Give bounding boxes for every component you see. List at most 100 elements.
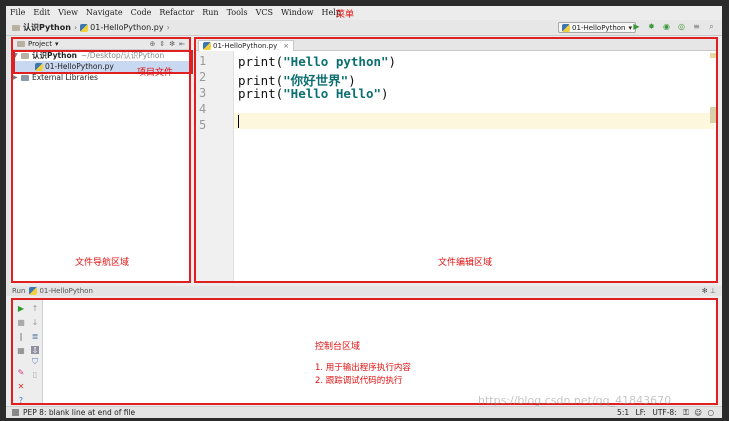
run-config-label: 01-HelloPython — [572, 23, 626, 32]
line-number: 1 — [199, 54, 207, 68]
run-tab-label[interactable]: Run — [12, 287, 25, 295]
menu-annotation: 菜单 — [336, 10, 355, 20]
code-function: print( — [238, 54, 284, 69]
line-separator[interactable]: LF: — [636, 408, 646, 417]
console-annotation-item1: 1. 用于输出程序执行内容 — [315, 363, 411, 373]
minimize-icon[interactable]: ⊥ — [710, 287, 716, 295]
layout-icon[interactable]: ▦ — [17, 346, 25, 355]
debug-icon[interactable]: ✸ — [647, 22, 656, 31]
toolbar-icons: ▶ ✸ ◉ ◎ ≡ ⌕ — [632, 22, 716, 32]
tool-window-toggle-icon[interactable] — [12, 409, 19, 416]
run-config-name: 01-HelloPython — [39, 287, 93, 295]
current-line-highlight — [234, 113, 714, 129]
inspector-icon[interactable]: ☺ — [694, 408, 702, 417]
folder-icon — [12, 24, 20, 31]
python-file-icon — [562, 23, 571, 32]
project-files-annotation: 项目文件 — [137, 68, 174, 78]
scroll-to-end-icon[interactable]: ⇩ — [31, 346, 39, 355]
code-paren: ) — [388, 54, 397, 69]
project-panel: Project ▾ ⊕ ⇕ ✻ ⇤ ▼ 认识Python ~/Desktop/认… — [11, 37, 193, 283]
python-file-icon — [29, 287, 38, 295]
search-icon[interactable]: ⌕ — [707, 22, 716, 31]
menu-vcs[interactable]: VCS — [256, 8, 273, 17]
gear-icon[interactable]: ✻ — [169, 40, 175, 48]
close-icon[interactable]: ✕ — [17, 382, 25, 391]
code-string: "Hello python" — [283, 54, 389, 69]
console-panel: ▶ ↑ ■ ↓ ‖ ≣ ▦ ⇩ ⛉ ✎ ▯ ✕ ? 控制台区域 1. 用于输出程… — [11, 298, 718, 405]
code-line-3[interactable]: print("Hello Hello") — [238, 86, 389, 101]
hide-icon[interactable]: ⇤ — [179, 40, 185, 48]
pause-icon[interactable]: ‖ — [17, 332, 25, 341]
line-number-gutter: 1 2 3 4 5 — [196, 51, 234, 281]
python-file-icon — [80, 23, 89, 32]
run-tool-header: Run 01-HelloPython ✻ ⊥ — [6, 286, 722, 296]
line-number: 5 — [199, 118, 207, 132]
status-bar: PEP 8: blank line at end of file 5:1 LF:… — [6, 406, 722, 418]
stop-icon[interactable]: ■ — [17, 318, 25, 327]
collapse-icon[interactable]: ⇕ — [159, 40, 165, 48]
chevron-down-icon: ▾ — [54, 40, 59, 48]
text-caret — [238, 115, 239, 128]
pin-icon[interactable]: ✎ — [17, 368, 25, 377]
settings-icon[interactable]: ≡ — [692, 22, 701, 31]
console-annotation-title: 控制台区域 — [315, 342, 361, 352]
scrollbar-thumb[interactable] — [710, 107, 716, 123]
code-paren: ) — [381, 86, 389, 101]
expand-arrow-icon[interactable]: ▶ — [13, 74, 21, 81]
profile-icon[interactable]: ◎ — [677, 22, 686, 31]
editor-tab[interactable]: 01-HelloPython.py × — [198, 40, 295, 51]
project-view-selector[interactable]: Project — [28, 40, 52, 48]
left-tool-strip — [6, 36, 10, 286]
down-arrow-icon[interactable]: ↓ — [31, 318, 39, 327]
menu-tools[interactable]: Tools — [227, 8, 248, 17]
tree-external-libraries-label: External Libraries — [32, 73, 98, 82]
menu-navigate[interactable]: Navigate — [86, 8, 123, 17]
up-arrow-icon[interactable]: ↑ — [31, 304, 39, 313]
file-nav-annotation: 文件导航区域 — [75, 258, 130, 268]
line-number: 4 — [199, 102, 207, 116]
menu-edit[interactable]: Edit — [33, 8, 50, 17]
soft-wrap-icon[interactable]: ≣ — [31, 332, 39, 341]
gear-icon[interactable]: ✻ — [702, 287, 708, 295]
menu-view[interactable]: View — [58, 8, 78, 17]
menu-window[interactable]: Window — [281, 8, 314, 17]
breadcrumb-project[interactable]: 认识Python — [23, 22, 71, 33]
locate-icon[interactable]: ⊕ — [150, 40, 156, 48]
code-line-1[interactable]: print("Hello python") — [238, 54, 396, 69]
menu-code[interactable]: Code — [131, 8, 152, 17]
status-message: PEP 8: blank line at end of file — [23, 408, 136, 417]
code-string: "Hello Hello" — [283, 86, 381, 101]
ide-window: File Edit View Navigate Code Refactor Ru… — [6, 6, 722, 418]
event-log-icon[interactable]: ○ — [707, 408, 714, 417]
status-right-group: 5:1 LF: UTF-8: ⚿ ☺ ○ — [617, 408, 714, 418]
menu-run[interactable]: Run — [202, 8, 218, 17]
scrollbar-marker — [710, 53, 716, 58]
folder-icon — [17, 41, 25, 47]
library-icon — [21, 74, 29, 81]
editor-tab-label: 01-HelloPython.py — [213, 42, 278, 50]
coverage-icon[interactable]: ◉ — [662, 22, 671, 31]
trash-icon[interactable]: ▯ — [31, 370, 39, 379]
menu-bar: File Edit View Navigate Code Refactor Ru… — [6, 6, 722, 19]
help-icon[interactable]: ? — [17, 396, 25, 405]
editor-annotation: 文件编辑区域 — [438, 258, 493, 268]
print-icon[interactable]: ⛉ — [31, 357, 39, 366]
run-config-dropdown[interactable]: 01-HelloPython ▾ — [558, 22, 636, 33]
run-icon[interactable]: ▶ — [632, 22, 641, 31]
navigation-bar: 认识Python › 01-HelloPython.py › 01-HelloP… — [6, 20, 722, 36]
lock-icon[interactable]: ⚿ — [683, 408, 689, 417]
python-file-icon — [203, 42, 211, 50]
editor-panel: 01-HelloPython.py × 1 2 3 4 5 print("Hel… — [194, 37, 718, 283]
line-number: 3 — [199, 86, 207, 100]
project-header-icons: ⊕ ⇕ ✻ ⇤ — [150, 40, 186, 48]
file-encoding[interactable]: UTF-8: — [652, 408, 676, 417]
menu-refactor[interactable]: Refactor — [159, 8, 194, 17]
caret-position[interactable]: 5:1 — [617, 408, 629, 417]
project-panel-header: Project ▾ ⊕ ⇕ ✻ ⇤ — [13, 39, 189, 50]
editor-tab-bar: 01-HelloPython.py × — [196, 39, 716, 51]
menu-file[interactable]: File — [10, 8, 25, 17]
console-annotation-item2: 2. 跟踪调试代码的执行 — [315, 376, 403, 386]
close-icon[interactable]: × — [283, 42, 289, 50]
rerun-icon[interactable]: ▶ — [17, 304, 25, 313]
breadcrumb-file[interactable]: 01-HelloPython.py — [90, 23, 163, 32]
